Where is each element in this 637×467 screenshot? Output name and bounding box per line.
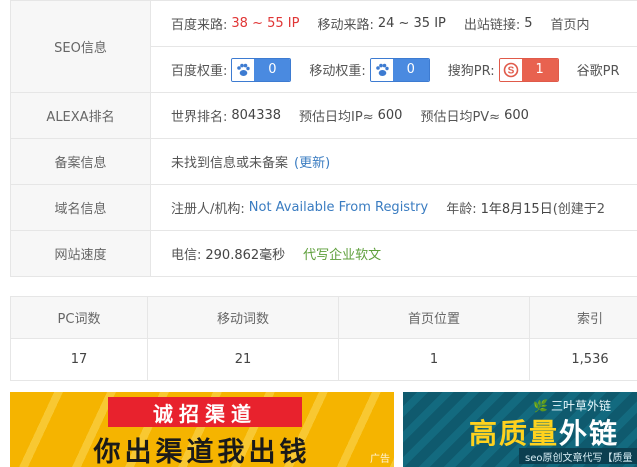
baidu-weight-label: 百度权重: — [171, 64, 228, 79]
icp-update-link[interactable]: (更新) — [294, 152, 330, 171]
ad-right-headline: 高质量外链 — [469, 412, 619, 452]
icp-label: 备案信息 — [10, 138, 151, 185]
world-rank-value: 804338 — [231, 108, 282, 123]
stats-header-homepage-position: 首页位置 — [338, 296, 530, 339]
alexa-line: 世界排名: 804338 预估日均IP≈ 600 预估日均PV≈ 600 — [151, 93, 637, 138]
stats-header-index: 索引 — [529, 296, 637, 339]
mobile-weight-badge[interactable]: 0 — [369, 57, 430, 82]
baidu-traffic-value: 38 ~ 55 IP — [231, 16, 300, 31]
registrant-value[interactable]: Not Available From Registry — [249, 200, 428, 215]
alexa-label: ALEXA排名 — [10, 92, 151, 139]
stats-value-row: 17 21 1 1,536 — [10, 338, 637, 381]
google-pr-label: 谷歌PR — [576, 64, 620, 79]
est-pv-label: 预估日均PV≈ — [420, 110, 501, 125]
outlinks-value: 5 — [524, 16, 533, 31]
mobile-traffic-value: 24 ~ 35 IP — [377, 16, 446, 31]
baidu-weight-badge[interactable]: 0 — [231, 57, 292, 82]
est-pv-value: 600 — [504, 108, 529, 123]
sogou-pr-label: 搜狗PR: — [447, 64, 495, 79]
domain-line: 注册人/机构: Not Available From Registry 年龄: 1年… — [151, 185, 637, 230]
stats-index-value[interactable]: 1,536 — [529, 338, 637, 381]
mobile-traffic-label: 移动来路: — [317, 18, 374, 33]
ad-left-headline: 诚招渠道 — [108, 397, 302, 427]
keyword-stats-table: PC词数 移动词数 首页位置 索引 17 21 1 1,536 — [10, 296, 637, 381]
stats-mobile-words-value[interactable]: 21 — [147, 338, 339, 381]
world-rank-label: 世界排名: — [171, 110, 228, 125]
ad-right-subtitle: seo原创文章代写【质量 — [519, 448, 637, 464]
speed-line: 电信: 290.862毫秒 代写企业软文 — [151, 231, 637, 276]
telecom-label: 电信: — [171, 248, 202, 263]
age-value: 1年8月15日 — [480, 202, 553, 217]
mobile-paw-icon — [370, 58, 393, 81]
ad-label: 广告 — [370, 454, 390, 465]
ad-left-slogan: 你出渠道我出钱 — [93, 437, 311, 467]
svg-text:S: S — [507, 65, 514, 76]
sogou-s-icon: S — [499, 58, 522, 81]
ad-right-headline-a: 高质量 — [469, 417, 560, 450]
baidu-traffic-label: 百度来路: — [171, 18, 228, 33]
age-label: 年龄: — [446, 202, 477, 217]
seo-traffic-line: 百度来路: 38 ~ 55 IP 移动来路: 24 ~ 35 IP 出站链接: 5 首… — [151, 1, 637, 46]
stats-header-pc-words: PC词数 — [10, 296, 148, 339]
created-date: (创建于2 — [552, 202, 606, 217]
seo-label: SEO信息 — [10, 0, 151, 93]
icp-line: 未找到信息或未备案 (更新) — [151, 139, 637, 184]
registrant-label: 注册人/机构: — [171, 202, 245, 217]
baidu-paw-icon — [232, 58, 255, 81]
telecom-value: 290.862毫秒 — [205, 248, 286, 263]
stats-header-mobile-words: 移动词数 — [147, 296, 339, 339]
seo-info-table: SEO信息 百度来路: 38 ~ 55 IP 移动来路: 24 ~ 35 IP 出站… — [10, 0, 637, 277]
baidu-weight-value: 0 — [254, 58, 291, 81]
backlink-ad-banner[interactable]: 🌿 三叶草外链 高质量外链 seo原创文章代写【质量 — [403, 392, 637, 467]
mobile-weight-value: 0 — [392, 58, 429, 81]
seo-weight-line: 百度权重: 0 移动权重: 0 搜狗PR: S 1 谷歌PR — [151, 46, 637, 92]
homepage-inner-label: 首页内 — [550, 18, 590, 33]
speed-label: 网站速度 — [10, 230, 151, 277]
sogou-pr-value: 1 — [521, 58, 558, 81]
outlinks-label: 出站链接: — [463, 18, 521, 33]
stats-homepage-position-value[interactable]: 1 — [338, 338, 530, 381]
est-ip-value: 600 — [377, 108, 403, 123]
domain-label: 域名信息 — [10, 184, 151, 231]
mobile-weight-label: 移动权重: — [309, 64, 366, 79]
leaf-icon: 🌿 — [533, 398, 548, 413]
ad-right-headline-b: 外链 — [559, 417, 620, 450]
icp-text: 未找到信息或未备案 — [171, 156, 289, 171]
channel-recruit-ad-banner[interactable]: 诚招渠道 你出渠道我出钱 广告 — [10, 392, 394, 467]
stats-header-row: PC词数 移动词数 首页位置 索引 — [10, 296, 637, 339]
sogou-pr-badge[interactable]: S 1 — [498, 57, 559, 82]
est-ip-label: 预估日均IP≈ — [299, 110, 374, 125]
stats-pc-words-value[interactable]: 17 — [10, 338, 148, 381]
ad-text-link[interactable]: 代写企业软文 — [303, 244, 381, 263]
